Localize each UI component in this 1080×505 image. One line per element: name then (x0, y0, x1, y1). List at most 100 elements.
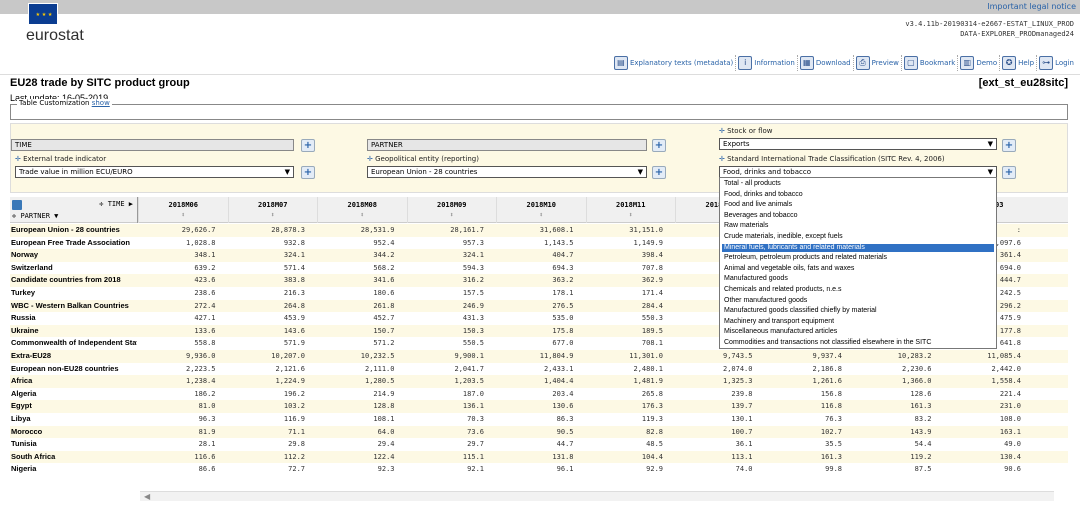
sitc-add-button[interactable]: + (1002, 166, 1016, 179)
row-label[interactable]: Ukraine (11, 325, 137, 338)
download-button[interactable]: ▦ Download (799, 55, 854, 71)
row-label[interactable]: South Africa (11, 451, 137, 464)
sort-icon[interactable]: ⬍ (139, 211, 228, 219)
table-cell: 113.1 (731, 452, 753, 461)
row-label[interactable]: Morocco (11, 426, 137, 439)
partner-dimension-box[interactable]: PARTNER (367, 139, 647, 151)
partner-axis-label[interactable]: ✛ PARTNER ▼ (12, 212, 58, 220)
sort-icon[interactable]: ⬍ (318, 211, 407, 219)
row-label[interactable]: Norway (11, 249, 137, 262)
column-header[interactable]: 2018M09 ⬍ (406, 197, 497, 223)
dropdown-option[interactable]: Crude materials, inedible, except fuels (722, 233, 994, 242)
row-label[interactable]: Egypt (11, 400, 137, 413)
table-cell: 316.2 (462, 276, 484, 285)
bookmark-button[interactable]: ▢ Bookmark (903, 55, 959, 71)
horizontal-scrollbar[interactable]: ◀ (140, 491, 1054, 501)
column-header[interactable]: 2018M07 ⬍ (227, 197, 318, 223)
row-label[interactable]: Algeria (11, 388, 137, 401)
dropdown-option[interactable]: Beverages and tobacco (722, 212, 994, 221)
preview-button[interactable]: ⎙ Preview (855, 55, 902, 71)
dropdown-option[interactable]: Animal and vegetable oils, fats and waxe… (722, 265, 994, 274)
geo-text: Geopolitical entity (reporting) (375, 155, 479, 163)
indicator-select[interactable]: Trade value in million ECU/EURO ▼ (15, 166, 294, 178)
column-header[interactable]: 2018M06 ⬍ (138, 197, 228, 223)
dropdown-option[interactable]: Food, drinks and tobacco (722, 191, 994, 200)
column-header[interactable]: 2018M10 ⬍ (496, 197, 586, 223)
metadata-button[interactable]: ▤ Explanatory texts (metadata) (613, 55, 737, 71)
row-label[interactable]: WBC - Western Balkan Countries (11, 300, 137, 313)
time-dimension-box[interactable]: TIME (11, 139, 294, 151)
time-add-button[interactable]: + (301, 139, 315, 152)
row-label[interactable]: Candidate countries from 2018 (11, 274, 137, 287)
dropdown-option[interactable]: Mineral fuels, lubricants and related ma… (722, 243, 994, 253)
table-settings-icon[interactable] (12, 200, 22, 210)
customization-show-link[interactable]: show (92, 99, 110, 107)
information-button[interactable]: i Information (738, 55, 798, 71)
sort-icon[interactable]: ⬍ (229, 211, 318, 219)
table-row: Libya 96.3 116.9 108.1 70.3 86.3 119.3 130.1 76.… (10, 413, 1068, 426)
row-label[interactable]: Tunisia (11, 438, 137, 451)
column-header-label: 2018M08 (347, 201, 377, 209)
dropdown-option[interactable]: Other manufactured goods (722, 297, 994, 306)
row-label[interactable]: Africa (11, 375, 137, 388)
row-label[interactable]: European Free Trade Association (11, 237, 137, 250)
row-label[interactable]: Turkey (11, 287, 137, 300)
dropdown-option[interactable]: Machinery and transport equipment (722, 318, 994, 327)
table-cell: 116.9 (283, 415, 305, 423)
table-cell: 196.2 (283, 389, 305, 398)
stock-flow-add-button[interactable]: + (1002, 139, 1016, 152)
dropdown-option[interactable]: Raw materials (722, 222, 994, 231)
geo-select[interactable]: European Union - 28 countries ▼ (367, 166, 647, 178)
table-cell: 9,937.4 (812, 352, 842, 360)
dropdown-option[interactable]: Food and live animals (722, 201, 994, 210)
geo-add-button[interactable]: + (652, 166, 666, 179)
row-label[interactable]: Commonwealth of Independent States (11, 337, 137, 350)
table-cell: 44.7 (556, 440, 574, 449)
time-axis-label[interactable]: ✛ TIME ▶ (99, 200, 133, 208)
dropdown-option[interactable]: Petroleum, petroleum products and relate… (722, 254, 994, 263)
help-button[interactable]: ✪ Help (1002, 55, 1038, 71)
row-label[interactable]: Extra-EU28 (11, 350, 137, 363)
table-cell: 28.1 (198, 440, 216, 449)
table-cell: 203.4 (552, 389, 574, 398)
dropdown-option[interactable]: Total - all products (722, 180, 994, 189)
row-label[interactable]: European Union - 28 countries (11, 224, 137, 237)
login-button[interactable]: ⊶ Login (1039, 55, 1076, 71)
table-row: Nigeria 86.6 72.7 92.3 92.1 96.1 92.9 74.0 99.8 8… (10, 463, 1068, 476)
column-header[interactable]: 2018M08 ⬍ (317, 197, 407, 223)
indicator-add-button[interactable]: + (301, 166, 315, 179)
table-cell: 1,203.5 (454, 377, 484, 386)
demo-button[interactable]: ▥ Demo (960, 55, 1001, 71)
row-label[interactable]: Nigeria (11, 463, 137, 476)
sort-icon[interactable]: ⬍ (408, 211, 497, 219)
dropdown-option[interactable]: Manufactured goods classified chiefly by… (722, 307, 994, 316)
table-cell: 9,936.0 (185, 352, 216, 360)
dropdown-option[interactable]: Miscellaneous manufactured articles (722, 328, 994, 337)
row-label[interactable]: European non-EU28 countries (11, 363, 137, 376)
table-cell: 83.2 (914, 415, 932, 423)
dropdown-option[interactable]: Manufactured goods (722, 275, 994, 284)
eurostat-logo[interactable]: eurostat (26, 27, 84, 45)
table-cell: 1,224.9 (275, 377, 305, 386)
table-cell: 231.0 (999, 402, 1021, 411)
legal-notice-link[interactable]: Important legal notice (987, 2, 1076, 11)
table-cell: 29.7 (467, 440, 484, 449)
row-label[interactable]: Russia (11, 312, 137, 325)
sitc-text: Standard International Trade Classificat… (727, 155, 945, 163)
table-row: Tunisia 28.1 29.8 29.4 29.7 44.7 48.5 36.1 35.5 5… (10, 438, 1068, 451)
table-cell: 156.8 (820, 389, 842, 398)
partner-add-button[interactable]: + (652, 139, 666, 152)
sort-icon[interactable]: ⬍ (497, 211, 586, 219)
dropdown-option[interactable]: Chemicals and related products, n.e.s (722, 286, 994, 295)
column-header[interactable]: 2018M11 ⬍ (585, 197, 676, 223)
table-cell: 73.6 (467, 427, 484, 436)
table-cell: 180.6 (373, 289, 395, 297)
table-cell: 102.7 (820, 427, 842, 436)
dropdown-option[interactable]: Commodities and transactions not classif… (722, 339, 994, 348)
sort-icon[interactable]: ⬍ (587, 211, 676, 219)
row-label[interactable]: Libya (11, 413, 137, 426)
row-label[interactable]: Switzerland (11, 262, 137, 275)
sitc-dropdown-list[interactable]: Total - all products Food, drinks and tob… (719, 177, 997, 349)
table-cell: 108.0 (999, 415, 1021, 423)
stock-flow-select[interactable]: Exports ▼ (719, 138, 997, 150)
